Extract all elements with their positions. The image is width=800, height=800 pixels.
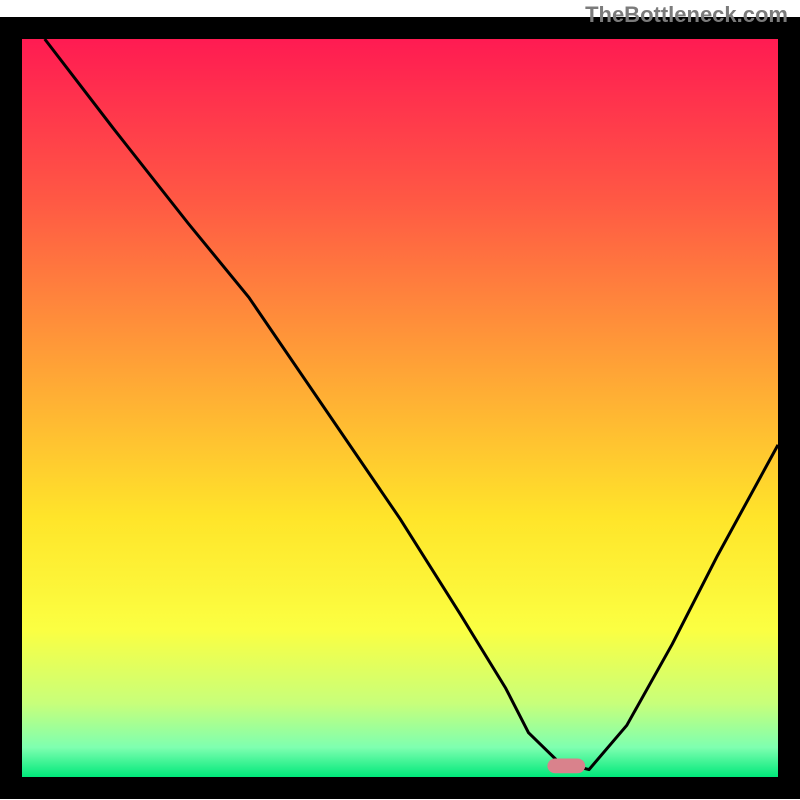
watermark-text: TheBottleneck.com: [585, 2, 788, 28]
plot-background: [22, 39, 778, 777]
optimum-marker: [547, 759, 585, 774]
bottleneck-chart: [0, 0, 800, 800]
